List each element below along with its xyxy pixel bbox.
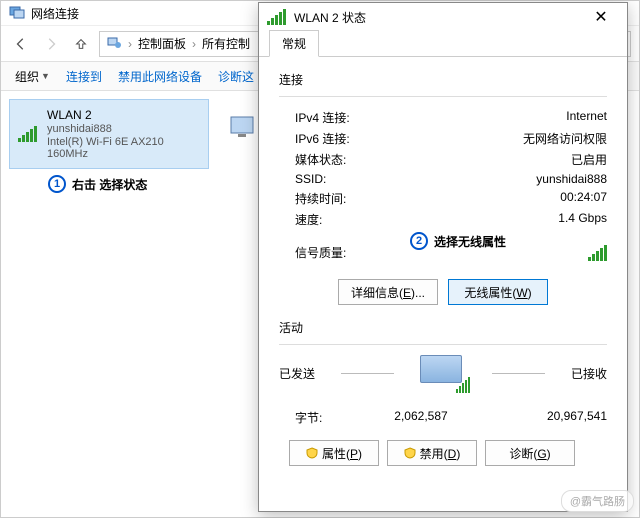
signal-icon bbox=[267, 9, 286, 25]
chevron-right-icon: › bbox=[192, 37, 196, 51]
watermark: @霸气路肠 bbox=[561, 490, 634, 512]
bytes-recv-value: 20,967,541 bbox=[483, 409, 607, 426]
sent-label: 已发送 bbox=[279, 365, 315, 382]
disable-button[interactable]: 禁用(D) bbox=[387, 440, 477, 466]
activity-row: 已发送 已接收 bbox=[279, 355, 607, 391]
speed-value: 1.4 Gbps bbox=[405, 211, 607, 228]
duration-value: 00:24:07 bbox=[405, 190, 607, 207]
recv-label: 已接收 bbox=[571, 365, 607, 382]
chevron-right-icon: › bbox=[128, 37, 132, 51]
adapter-device: Intel(R) Wi-Fi 6E AX210 160MHz bbox=[47, 136, 200, 160]
bytes-label: 字节: bbox=[279, 409, 359, 426]
tab-bar: 常规 bbox=[259, 31, 627, 57]
dialog-titlebar: WLAN 2 状态 ✕ bbox=[259, 3, 627, 31]
annotation-2: 2 选择无线属性 bbox=[410, 232, 506, 250]
duration-label: 持续时间: bbox=[295, 190, 405, 207]
network-icon bbox=[106, 34, 122, 53]
ssid-label: SSID: bbox=[295, 172, 405, 186]
annotation-1: 1 右击 选择状态 bbox=[48, 175, 147, 193]
connection-details: IPv4 连接:Internet IPv6 连接:无网络访问权限 媒体状态:已启… bbox=[279, 107, 607, 230]
properties-button[interactable]: 属性(P) bbox=[289, 440, 379, 466]
shield-icon bbox=[306, 447, 318, 459]
disable-device-button[interactable]: 禁用此网络设备 bbox=[112, 66, 208, 87]
ipv6-label: IPv6 连接: bbox=[295, 130, 405, 147]
details-button[interactable]: 详细信息(E)... bbox=[338, 279, 438, 305]
monitor-icon bbox=[420, 355, 466, 391]
signal-quality-label: 信号质量: bbox=[279, 244, 389, 261]
network-icon bbox=[9, 4, 25, 23]
ipv4-label: IPv4 连接: bbox=[295, 109, 405, 126]
organize-menu[interactable]: 组织▼ bbox=[9, 66, 56, 87]
back-button[interactable] bbox=[9, 32, 33, 56]
dialog-title: WLAN 2 状态 bbox=[294, 9, 366, 26]
wireless-properties-button[interactable]: 无线属性(W) bbox=[448, 279, 548, 305]
ipv4-value: Internet bbox=[405, 109, 607, 126]
section-activity: 活动 bbox=[279, 319, 607, 336]
connect-to-button[interactable]: 连接到 bbox=[60, 66, 108, 87]
adapter-name: WLAN 2 bbox=[47, 108, 200, 122]
annotation-number-2: 2 bbox=[410, 232, 428, 250]
adapter-ssid: yunshidai888 bbox=[47, 123, 200, 135]
annotation-number-1: 1 bbox=[48, 175, 66, 193]
adapter-item-wlan2[interactable]: WLAN 2 yunshidai888 Intel(R) Wi-Fi 6E AX… bbox=[9, 99, 209, 169]
breadcrumb-all[interactable]: 所有控制 bbox=[202, 35, 250, 52]
monitor-icon bbox=[229, 115, 259, 144]
diagnose-button[interactable]: 诊断(G) bbox=[485, 440, 575, 466]
media-value: 已启用 bbox=[405, 151, 607, 168]
ipv6-value: 无网络访问权限 bbox=[405, 130, 607, 147]
forward-button[interactable] bbox=[39, 32, 63, 56]
ssid-value: yunshidai888 bbox=[405, 172, 607, 186]
tab-general[interactable]: 常规 bbox=[269, 30, 319, 57]
speed-label: 速度: bbox=[295, 211, 405, 228]
section-connection: 连接 bbox=[279, 71, 607, 88]
up-button[interactable] bbox=[69, 32, 93, 56]
chevron-down-icon: ▼ bbox=[41, 71, 50, 81]
bytes-sent-value: 2,062,587 bbox=[359, 409, 483, 426]
window-title: 网络连接 bbox=[31, 5, 79, 22]
breadcrumb-control-panel[interactable]: 控制面板 bbox=[138, 35, 186, 52]
signal-icon bbox=[18, 126, 37, 142]
close-button[interactable]: ✕ bbox=[583, 7, 619, 27]
shield-icon bbox=[404, 447, 416, 459]
media-label: 媒体状态: bbox=[295, 151, 405, 168]
signal-quality-icon bbox=[588, 245, 607, 261]
wlan-status-dialog: WLAN 2 状态 ✕ 常规 连接 IPv4 连接:Internet IPv6 … bbox=[258, 2, 628, 512]
diagnose-button[interactable]: 诊断这 bbox=[212, 66, 260, 87]
